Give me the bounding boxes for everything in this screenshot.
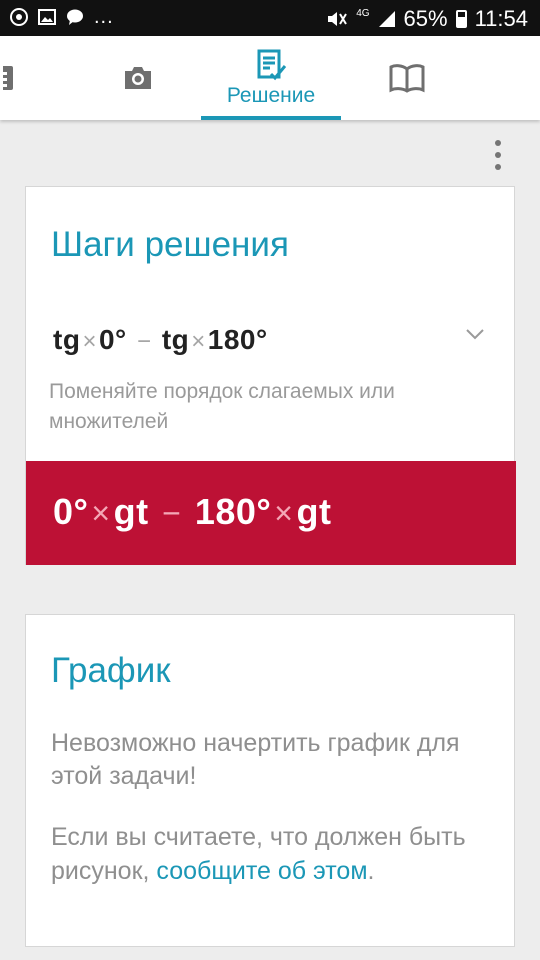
chat-icon — [67, 9, 83, 25]
tab-book[interactable] — [374, 36, 440, 120]
graph-report-text: Если вы считаете, что должен быть рисуно… — [51, 820, 501, 888]
result-operator: − — [162, 495, 182, 531]
result-operator: × — [91, 495, 111, 531]
input-expression[interactable]: tg×0° − tg×180° — [53, 324, 268, 356]
step-result: 0°×gt − 180°×gt — [26, 461, 516, 565]
expr-operator: − — [137, 328, 152, 355]
camera-icon — [125, 67, 151, 89]
result-term: gt — [113, 491, 149, 532]
tab-calculator[interactable] — [0, 36, 20, 120]
result-term: gt — [296, 491, 332, 532]
result-term: 180° — [194, 491, 272, 532]
clock: 11:54 — [474, 6, 528, 31]
dot — [495, 164, 501, 170]
graph-unavailable-message: Невозможно начертить график для этой зад… — [51, 729, 460, 790]
result-term: 0° — [53, 491, 89, 532]
chevron-down-icon[interactable] — [466, 325, 484, 343]
active-tab-indicator — [201, 116, 341, 120]
battery-percent: 65% — [403, 6, 448, 31]
dot — [495, 152, 501, 158]
step-hint: Поменяйте порядок слагаемых или множител… — [49, 380, 395, 433]
status-bar-notifications: ... — [10, 6, 114, 28]
report-suffix: . — [367, 857, 375, 885]
mute-icon — [328, 12, 348, 26]
expr-term: tg — [161, 324, 190, 355]
overflow-menu-button[interactable] — [486, 140, 510, 170]
expr-operator: × — [82, 328, 97, 355]
more-notifications: ... — [94, 6, 114, 28]
book-icon — [389, 64, 425, 93]
steps-title: Шаги решения — [51, 225, 289, 264]
calculator-icon — [3, 66, 13, 90]
signal-icon — [378, 11, 395, 27]
tab-bar: Решение — [0, 36, 540, 120]
graph-title: График — [51, 651, 171, 690]
report-link[interactable]: сообщите об этом — [156, 857, 367, 885]
result-operator: × — [274, 495, 294, 531]
expr-term: 180° — [207, 324, 268, 355]
chrome-icon — [10, 8, 28, 26]
dot — [495, 140, 501, 146]
status-bar: ... 4G 65% 11:54 — [0, 0, 540, 36]
expr-operator: × — [191, 328, 206, 355]
tab-solution[interactable]: Решение — [201, 36, 341, 120]
expr-term: tg — [53, 324, 81, 355]
status-bar-system: 4G 65% 11:54 — [326, 6, 528, 32]
tab-camera[interactable] — [105, 36, 171, 120]
graph-card: График Невозможно начертить график для э… — [25, 614, 515, 947]
edit-note-icon — [257, 49, 287, 81]
expr-term: 0° — [98, 324, 127, 355]
tab-solution-label: Решение — [226, 84, 316, 107]
solution-steps-card: Шаги решения tg×0° − tg×180° Поменяйте п… — [25, 186, 516, 565]
gallery-icon — [38, 9, 56, 25]
network-type: 4G — [356, 8, 370, 19]
battery-icon — [455, 10, 467, 28]
result-expression: 0°×gt − 180°×gt — [53, 491, 331, 533]
